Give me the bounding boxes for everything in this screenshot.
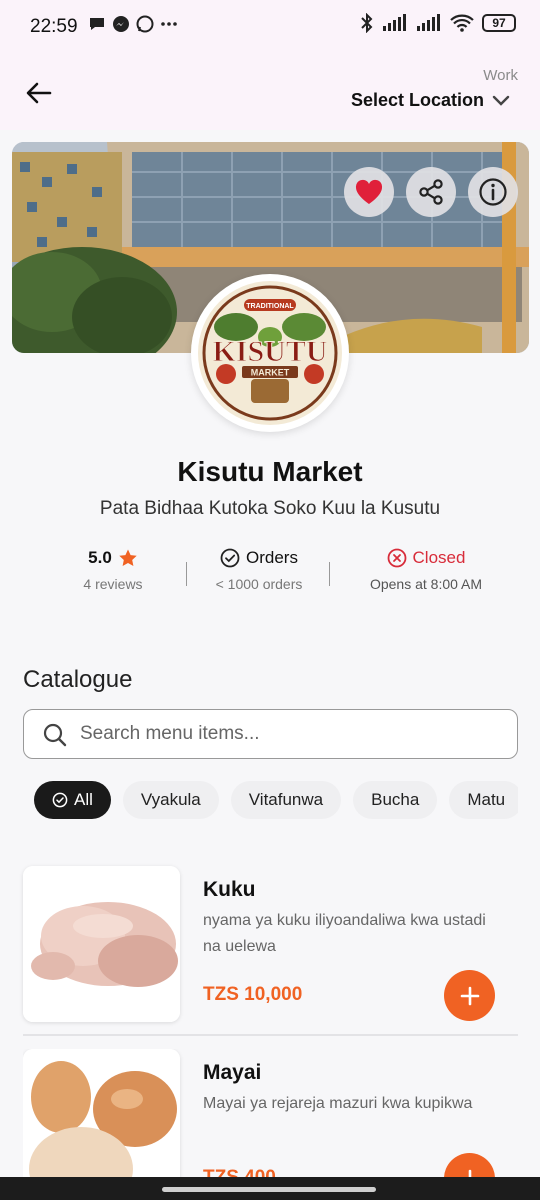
location-value: Select Location xyxy=(350,90,484,110)
chip-vitafunwa[interactable]: Vitafunwa xyxy=(230,781,342,819)
store-logo: TRADITIONAL KISUTU MARKET xyxy=(191,274,349,432)
chip-vyakula[interactable]: Vyakula xyxy=(122,781,219,819)
product-price: TZS 10,000 xyxy=(203,984,303,1005)
product-image-eggs xyxy=(23,1049,180,1177)
reviews-count: 4 reviews xyxy=(83,576,143,592)
star-icon xyxy=(119,549,137,566)
store-name: Kisutu Market xyxy=(177,456,363,487)
signal-icon-2 xyxy=(417,14,440,31)
plus-icon xyxy=(468,1169,471,1177)
messenger-icon xyxy=(113,16,129,32)
search-bar[interactable] xyxy=(23,709,518,759)
chip-label: Bucha xyxy=(371,790,420,809)
orders-count: < 1000 orders xyxy=(215,576,303,592)
chevron-down-icon xyxy=(492,95,510,106)
product-name: Kuku xyxy=(203,878,256,901)
chip-label: Matu xyxy=(467,790,506,809)
rating-value: 5.0 xyxy=(88,548,112,567)
product-divider xyxy=(23,1034,518,1036)
search-input[interactable] xyxy=(80,720,500,748)
battery-indicator: 97 xyxy=(482,14,516,32)
more-icon xyxy=(161,22,177,26)
add-to-cart-button[interactable] xyxy=(444,970,495,1021)
favorite-button[interactable] xyxy=(344,167,394,217)
chip-matu[interactable]: Matu xyxy=(449,781,518,819)
app-header: Work Select Location xyxy=(0,52,540,130)
share-icon xyxy=(419,179,443,205)
product-price: TZS 400 xyxy=(203,1167,276,1177)
stat-divider xyxy=(186,562,187,586)
chat-icon xyxy=(90,18,104,30)
store-stats: 5.0 4 reviews Orders < 1000 orders Close… xyxy=(0,548,540,604)
status-time: 22:59 xyxy=(30,16,78,37)
stat-divider xyxy=(329,562,330,586)
rating-stat[interactable]: 5.0 4 reviews xyxy=(60,548,166,592)
home-indicator[interactable] xyxy=(162,1187,376,1192)
check-circle-icon xyxy=(52,792,68,808)
chip-label: All xyxy=(74,790,93,809)
product-description: Mayai ya rejareja mazuri kwa kupikwa xyxy=(203,1095,473,1112)
plus-icon xyxy=(460,986,479,1005)
share-button[interactable] xyxy=(406,167,456,217)
svg-text:MARKET: MARKET xyxy=(251,368,290,378)
search-icon xyxy=(43,723,67,747)
product-name: Mayai xyxy=(203,1061,262,1084)
close-circle-icon xyxy=(387,548,406,568)
status-closed: Closed xyxy=(412,548,466,567)
notification-icons xyxy=(88,15,178,33)
store-subtitle: Pata Bidhaa Kutoka Soko Kuu la Kusutu xyxy=(99,498,441,519)
status-bar: 22:59 97 xyxy=(0,0,540,52)
chip-label: Vitafunwa xyxy=(248,790,324,809)
product-image-chicken xyxy=(23,866,180,1022)
catalogue-title: Catalogue xyxy=(23,666,133,693)
opening-time: Opens at 8:00 AM xyxy=(369,576,483,592)
status-stat: Closed Opens at 8:00 AM xyxy=(342,548,510,592)
banner-actions xyxy=(344,167,518,217)
location-selector[interactable]: Select Location xyxy=(351,90,510,111)
product-description: nyama ya kuku iliyoandaliwa kwa ustadi n… xyxy=(203,912,486,955)
whatsapp-icon xyxy=(136,15,154,33)
check-circle-icon xyxy=(220,548,240,568)
system-icons: 97 xyxy=(360,13,516,33)
info-icon xyxy=(479,178,507,206)
product-card[interactable]: Kuku nyama ya kuku iliyoandaliwa kwa ust… xyxy=(23,866,518,1026)
heart-icon xyxy=(355,179,383,204)
orders-label: Orders xyxy=(246,548,298,567)
chip-all[interactable]: All xyxy=(34,781,111,819)
bluetooth-icon xyxy=(361,13,373,33)
wifi-icon xyxy=(450,14,474,32)
info-button[interactable] xyxy=(468,167,518,217)
chip-label: Vyakula xyxy=(140,790,201,809)
svg-text:TRADITIONAL: TRADITIONAL xyxy=(246,303,294,310)
signal-icon xyxy=(383,14,406,31)
orders-stat: Orders < 1000 orders xyxy=(198,548,320,592)
product-card[interactable]: Mayai Mayai ya rejareja mazuri kwa kupik… xyxy=(23,1049,518,1177)
chip-bucha[interactable]: Bucha xyxy=(353,781,438,819)
system-nav-bar xyxy=(0,1177,540,1200)
back-arrow-icon[interactable] xyxy=(22,76,56,110)
svg-text:KISUTU: KISUTU xyxy=(212,335,327,368)
category-chips: All Vyakula Vitafunwa Bucha Matu xyxy=(34,781,518,821)
location-label: Work xyxy=(483,67,518,84)
add-to-cart-button[interactable] xyxy=(444,1153,495,1177)
